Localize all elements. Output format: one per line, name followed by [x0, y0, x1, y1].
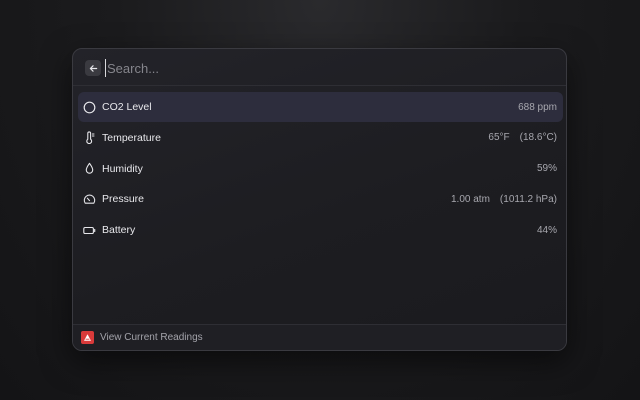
command-palette-window: CO2 Level 688 ppm Temperature 65°F (18.6… [72, 48, 567, 351]
circle-icon [83, 101, 96, 114]
arrow-left-icon [89, 64, 97, 72]
action-footer: View Current Readings [73, 324, 566, 350]
list-item-value: 59% [537, 163, 557, 174]
value-primary: 44% [536, 224, 557, 236]
aranet-logo-icon [81, 331, 94, 344]
value-primary: 65°F [488, 132, 510, 144]
back-button[interactable] [85, 60, 101, 76]
list-item-value: 65°F (18.6°C) [488, 132, 557, 143]
list-item-pressure[interactable]: Pressure 1.00 atm (1011.2 hPa) [78, 184, 563, 214]
list-item-label: Humidity [102, 162, 143, 175]
primary-action-label[interactable]: View Current Readings [100, 332, 203, 343]
gauge-icon [83, 193, 96, 206]
battery-icon [83, 224, 96, 237]
list-item-label: Temperature [102, 131, 161, 144]
value-secondary: (18.6°C) [519, 132, 557, 144]
value-primary: 1.00 atm [451, 193, 490, 205]
list-item-label: Battery [102, 224, 136, 237]
value-primary: 688 ppm [518, 101, 557, 113]
list-item-label: CO2 Level [102, 101, 152, 113]
list-item-battery[interactable]: Battery 44% [78, 215, 563, 245]
droplet-icon [83, 162, 96, 175]
thermometer-icon [83, 131, 96, 145]
readings-list: CO2 Level 688 ppm Temperature 65°F (18.6… [78, 92, 563, 246]
list-item-co2-level[interactable]: CO2 Level 688 ppm [78, 92, 563, 122]
list-item-value: 688 ppm [518, 102, 557, 113]
list-item-humidity[interactable]: Humidity 59% [78, 154, 563, 184]
list-item-label: Pressure [102, 193, 145, 206]
search-bar [73, 49, 566, 86]
list-item-value: 1.00 atm (1011.2 hPa) [451, 194, 557, 205]
list-item-value: 44% [537, 225, 557, 236]
value-primary: 59% [536, 163, 557, 175]
list-item-temperature[interactable]: Temperature 65°F (18.6°C) [78, 123, 563, 153]
value-secondary: (1011.2 hPa) [499, 193, 557, 205]
search-input[interactable] [105, 59, 547, 77]
